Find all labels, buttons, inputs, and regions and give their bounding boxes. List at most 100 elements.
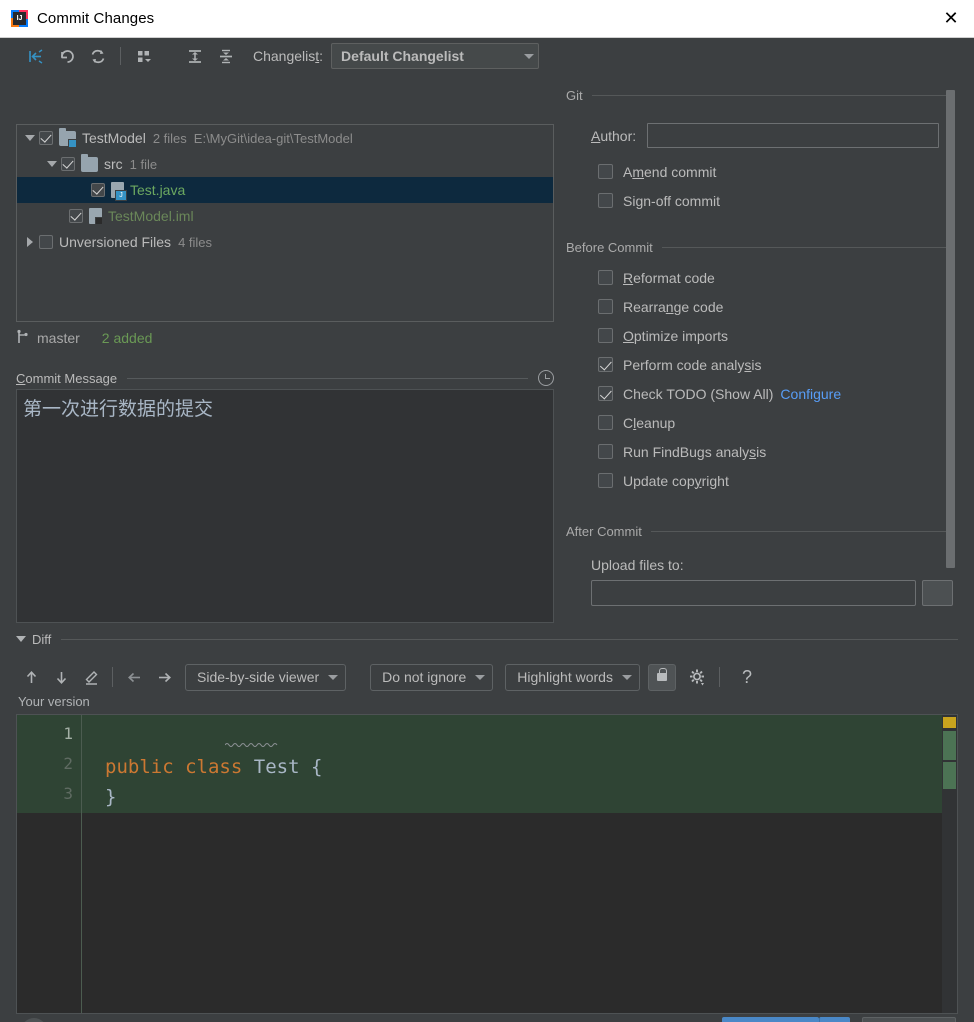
close-icon[interactable]: ✕ [928,0,974,37]
run-findbugs-analysis-label: Run FindBugs analysis [623,443,767,460]
update-copyright-option[interactable]: Update copyright [598,466,962,495]
reformat-code-checkbox[interactable] [598,270,613,285]
optimize-imports-checkbox[interactable] [598,328,613,343]
chevron-down-icon[interactable] [43,161,61,167]
branch-stats: 2 added [101,330,153,346]
configure-todo-link[interactable]: Configure [780,386,841,402]
table-row[interactable]: Unversioned Files 4 files [17,229,553,255]
lock-icon[interactable] [647,663,676,691]
commit-button[interactable]: Commit [722,1017,819,1022]
rearrange-code-option[interactable]: Rearrange code [598,292,962,321]
table-row[interactable]: src 1 file [17,151,553,177]
row-checkbox[interactable] [91,183,105,197]
line-number-gutter: 1 2 3 [17,715,81,1013]
java-file-icon [111,182,127,201]
cleanup-checkbox[interactable] [598,415,613,430]
perform-code-analysis-checkbox[interactable] [598,357,613,372]
table-row[interactable]: Test.java [17,177,553,203]
next-difference-icon[interactable] [46,664,76,690]
group-by-icon[interactable] [128,43,159,69]
optimize-imports-option[interactable]: Optimize imports [598,321,962,350]
row-checkbox[interactable] [61,157,75,171]
changelist-label: Changelist: [253,48,324,64]
question-mark-icon[interactable]: ? [732,664,762,690]
options-scrollbar[interactable] [946,90,955,568]
gear-icon[interactable] [683,664,713,690]
check-todo-option[interactable]: Check TODO (Show All) Configure [598,379,962,408]
code-line: } [105,786,117,808]
diff-viewer-mode-combobox[interactable]: Side-by-side viewer [185,663,347,691]
commit-options-panel: Git Author: Amend commit Sign-off commit… [566,86,962,629]
tree-node-label: Unversioned Files [59,234,172,250]
row-checkbox[interactable] [39,131,53,145]
apply-left-icon[interactable] [119,664,149,690]
apply-right-icon[interactable] [149,664,179,690]
diff-editor[interactable]: 1 2 3 public class Test { } [16,714,958,1014]
changelist-combobox[interactable]: Default Changelist [331,43,540,69]
amend-commit-option[interactable]: Amend commit [598,157,962,186]
row-checkbox[interactable] [39,235,53,249]
sign-off-commit-checkbox[interactable] [598,193,613,208]
amend-commit-label: Amend commit [623,163,717,180]
added-marker[interactable] [943,731,956,760]
rearrange-code-checkbox[interactable] [598,299,613,314]
upload-target-combobox[interactable] [591,580,916,606]
commit-dropdown-button[interactable] [819,1017,850,1022]
diff-pane-label: Your version [18,694,90,709]
amend-commit-checkbox[interactable] [598,164,613,179]
chevron-down-icon[interactable] [16,636,26,642]
table-row[interactable]: TestModel 2 files E:\MyGit\idea-git\Test… [17,125,553,151]
upload-target-row [591,580,962,606]
run-findbugs-analysis-option[interactable]: Run FindBugs analysis [598,437,962,466]
tree-node-label: Test.java [130,182,186,198]
table-row[interactable]: TestModel.iml [17,203,553,229]
diff-section-header[interactable]: Diff [16,630,958,648]
tree-node-count: 4 files [178,234,213,250]
commit-message-input[interactable]: 第一次进行数据的提交 [16,389,554,623]
run-findbugs-analysis-checkbox[interactable] [598,444,613,459]
collapse-all-icon[interactable] [210,43,241,69]
diff-ignore-mode-value: Do not ignore [382,669,467,685]
cleanup-option[interactable]: Cleanup [598,408,962,437]
folder-icon [81,153,98,172]
toolbar-separator [112,667,113,687]
diff-highlight-mode-combobox[interactable]: Highlight words [505,663,640,691]
diff-marker-scrollbar[interactable] [942,715,957,1013]
edit-source-icon[interactable] [76,664,106,690]
warning-marker[interactable] [943,717,956,728]
clock-history-icon[interactable] [538,370,554,386]
window-title: Commit Changes [37,10,155,27]
sign-off-commit-option[interactable]: Sign-off commit [598,186,962,215]
perform-code-analysis-option[interactable]: Perform code analysis [598,350,962,379]
code-content[interactable]: public class Test { } [105,722,322,812]
window-title-bar: IJ Commit Changes ✕ [0,0,974,38]
toolbar-separator [120,47,121,65]
check-todo-checkbox[interactable] [598,386,613,401]
upload-browse-button[interactable] [922,580,953,606]
changes-panel: Changelist: Default Changelist TestModel… [0,38,566,623]
rollback-icon[interactable] [51,43,82,69]
file-icon [89,208,103,225]
before-commit-section-header: Before Commit [566,238,962,256]
reformat-code-option[interactable]: Reformat code [598,263,962,292]
changes-tree[interactable]: TestModel 2 files E:\MyGit\idea-git\Test… [16,124,554,322]
previous-difference-icon[interactable] [16,664,46,690]
update-copyright-checkbox[interactable] [598,473,613,488]
cancel-button[interactable]: Cancel [862,1017,956,1022]
author-field[interactable] [647,123,940,148]
changes-toolbar: Changelist: Default Changelist [0,38,566,74]
added-marker[interactable] [943,762,956,789]
chevron-down-icon[interactable] [21,135,39,141]
commit-message-header: Commit Message [16,369,554,387]
row-checkbox[interactable] [69,209,83,223]
expand-all-icon[interactable] [179,43,210,69]
reformat-code-label: Reformat code [623,269,715,286]
after-commit-section-title: After Commit [566,523,642,539]
refresh-icon[interactable] [82,43,113,69]
check-todo-label: Check TODO (Show All) [623,385,774,402]
diff-ignore-mode-combobox[interactable]: Do not ignore [370,663,494,691]
chevron-right-icon[interactable] [21,237,39,247]
tree-node-count: 2 files [152,130,187,146]
branch-name: master [37,330,80,346]
collapse-to-line-icon[interactable] [20,43,51,69]
